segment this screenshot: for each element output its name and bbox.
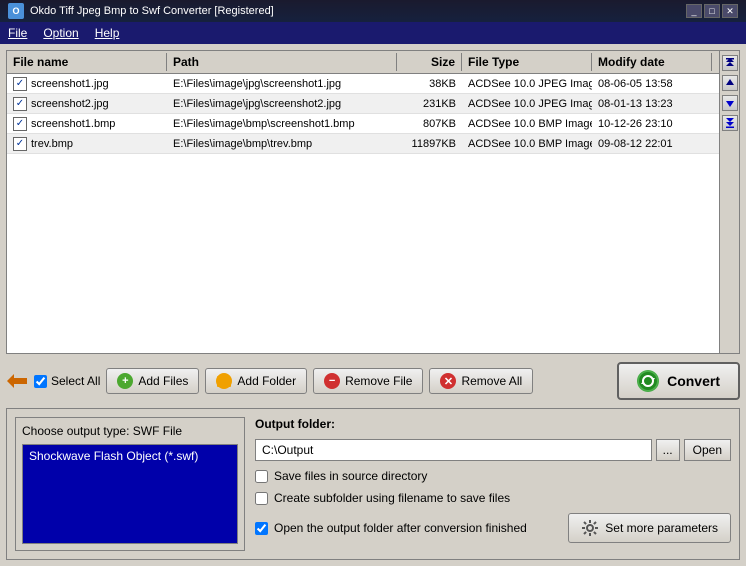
col-size: Size <box>397 53 462 71</box>
swf-option[interactable]: Shockwave Flash Object (*.swf) <box>29 449 231 463</box>
convert-button[interactable]: Convert <box>617 362 740 400</box>
row-checkbox-1[interactable]: ✓ <box>13 97 27 111</box>
add-folder-icon <box>216 373 232 389</box>
create-subfolder-checkbox[interactable] <box>255 492 268 505</box>
cell-modify-3: 09-08-12 22:01 <box>592 136 712 152</box>
folder-input-row: ... Open <box>255 439 731 461</box>
menu-bar: File Option Help <box>0 22 746 44</box>
action-buttons: + Add Files Add Folder − Remove File ✕ R… <box>106 368 533 394</box>
cell-filename-2: ✓ screenshot1.bmp <box>7 115 167 133</box>
add-folder-button[interactable]: Add Folder <box>205 368 307 394</box>
back-icon[interactable] <box>6 372 28 390</box>
table-row: ✓ screenshot1.bmp E:\Files\image\bmp\scr… <box>7 114 719 134</box>
cell-size-2: 807KB <box>397 116 462 132</box>
remove-file-button[interactable]: − Remove File <box>313 368 423 394</box>
create-subfolder-label: Create subfolder using filename to save … <box>274 491 510 505</box>
table-row: ✓ screenshot1.jpg E:\Files\image\jpg\scr… <box>7 74 719 94</box>
set-params-label: Set more parameters <box>605 521 718 535</box>
col-filetype: File Type <box>462 53 592 71</box>
table-header: File name Path Size File Type Modify dat… <box>7 51 719 74</box>
cell-filename-1: ✓ screenshot2.jpg <box>7 95 167 113</box>
title-bar: O Okdo Tiff Jpeg Bmp to Swf Converter [R… <box>0 0 746 22</box>
row-checkbox-2[interactable]: ✓ <box>13 117 27 131</box>
main-content: File name Path Size File Type Modify dat… <box>0 44 746 566</box>
move-down-button[interactable] <box>722 95 738 111</box>
cell-filetype-2: ACDSee 10.0 BMP Image <box>462 116 592 132</box>
cell-size-0: 38KB <box>397 76 462 92</box>
minimize-button[interactable]: _ <box>686 4 702 18</box>
col-path: Path <box>167 53 397 71</box>
window-controls: _ □ ✕ <box>686 4 738 18</box>
save-in-source-checkbox[interactable] <box>255 470 268 483</box>
menu-option[interactable]: Option <box>43 26 78 40</box>
table-row: ✓ screenshot2.jpg E:\Files\image\jpg\scr… <box>7 94 719 114</box>
open-folder-button[interactable]: Open <box>684 439 731 461</box>
select-all-row: Select All <box>34 374 100 388</box>
app-icon: O <box>8 3 24 19</box>
cell-filetype-0: ACDSee 10.0 JPEG Image <box>462 76 592 92</box>
gear-icon <box>581 519 599 537</box>
convert-label: Convert <box>667 373 720 389</box>
remove-all-button[interactable]: ✕ Remove All <box>429 368 533 394</box>
open-after-label: Open the output folder after conversion … <box>274 521 527 535</box>
close-button[interactable]: ✕ <box>722 4 738 18</box>
cell-filename-0: ✓ screenshot1.jpg <box>7 75 167 93</box>
cell-filetype-1: ACDSee 10.0 JPEG Image <box>462 96 592 112</box>
row-checkbox-3[interactable]: ✓ <box>13 137 27 151</box>
table-row: ✓ trev.bmp E:\Files\image\bmp\trev.bmp 1… <box>7 134 719 154</box>
file-table: File name Path Size File Type Modify dat… <box>7 51 719 353</box>
move-up-button[interactable] <box>722 75 738 91</box>
cell-filename-3: ✓ trev.bmp <box>7 135 167 153</box>
add-files-icon: + <box>117 373 133 389</box>
select-all-checkbox[interactable] <box>34 375 47 388</box>
folder-path-input[interactable] <box>255 439 652 461</box>
set-params-button[interactable]: Set more parameters <box>568 513 731 543</box>
save-in-source-row: Save files in source directory <box>255 469 731 483</box>
table-body: ✓ screenshot1.jpg E:\Files\image\jpg\scr… <box>7 74 719 353</box>
col-filename: File name <box>7 53 167 71</box>
window-title: Okdo Tiff Jpeg Bmp to Swf Converter [Reg… <box>30 5 274 17</box>
browse-button[interactable]: ... <box>656 439 680 461</box>
restore-button[interactable]: □ <box>704 4 720 18</box>
cell-path-2: E:\Files\image\bmp\screenshot1.bmp <box>167 116 397 132</box>
cell-modify-0: 08-06-05 13:58 <box>592 76 712 92</box>
output-folder-panel: Output folder: ... Open Save files in so… <box>255 417 731 551</box>
file-table-container: File name Path Size File Type Modify dat… <box>6 50 740 354</box>
open-after-checkbox[interactable] <box>255 522 268 535</box>
output-folder-label: Output folder: <box>255 417 731 431</box>
output-type-header: Choose output type: SWF File <box>22 424 238 438</box>
col-modify: Modify date <box>592 53 712 71</box>
cell-path-1: E:\Files\image\jpg\screenshot2.jpg <box>167 96 397 112</box>
move-bottommost-button[interactable] <box>722 115 738 131</box>
open-after-row: Open the output folder after conversion … <box>255 521 527 535</box>
output-type-list[interactable]: Shockwave Flash Object (*.swf) <box>22 444 238 544</box>
row-checkbox-0[interactable]: ✓ <box>13 77 27 91</box>
select-all-label: Select All <box>51 374 100 388</box>
reorder-arrows <box>719 51 739 353</box>
menu-file[interactable]: File <box>8 26 27 40</box>
save-in-source-label: Save files in source directory <box>274 469 427 483</box>
current-type-label: SWF File <box>133 424 182 438</box>
output-type-panel: Choose output type: SWF File Shockwave F… <box>15 417 245 551</box>
convert-icon <box>637 370 659 392</box>
toolbar-row: Select All + Add Files Add Folder − Remo… <box>6 358 740 404</box>
add-files-button[interactable]: + Add Files <box>106 368 199 394</box>
cell-size-1: 231KB <box>397 96 462 112</box>
remove-file-icon: − <box>324 373 340 389</box>
cell-path-0: E:\Files\image\jpg\screenshot1.jpg <box>167 76 397 92</box>
cell-modify-1: 08-01-13 13:23 <box>592 96 712 112</box>
remove-all-icon: ✕ <box>440 373 456 389</box>
cell-filetype-3: ACDSee 10.0 BMP Image <box>462 136 592 152</box>
bottom-section: Choose output type: SWF File Shockwave F… <box>6 408 740 560</box>
menu-help[interactable]: Help <box>95 26 120 40</box>
cell-size-3: 11897KB <box>397 136 462 152</box>
move-topmost-button[interactable] <box>722 55 738 71</box>
cell-path-3: E:\Files\image\bmp\trev.bmp <box>167 136 397 152</box>
cell-modify-2: 10-12-26 23:10 <box>592 116 712 132</box>
create-subfolder-row: Create subfolder using filename to save … <box>255 491 731 505</box>
